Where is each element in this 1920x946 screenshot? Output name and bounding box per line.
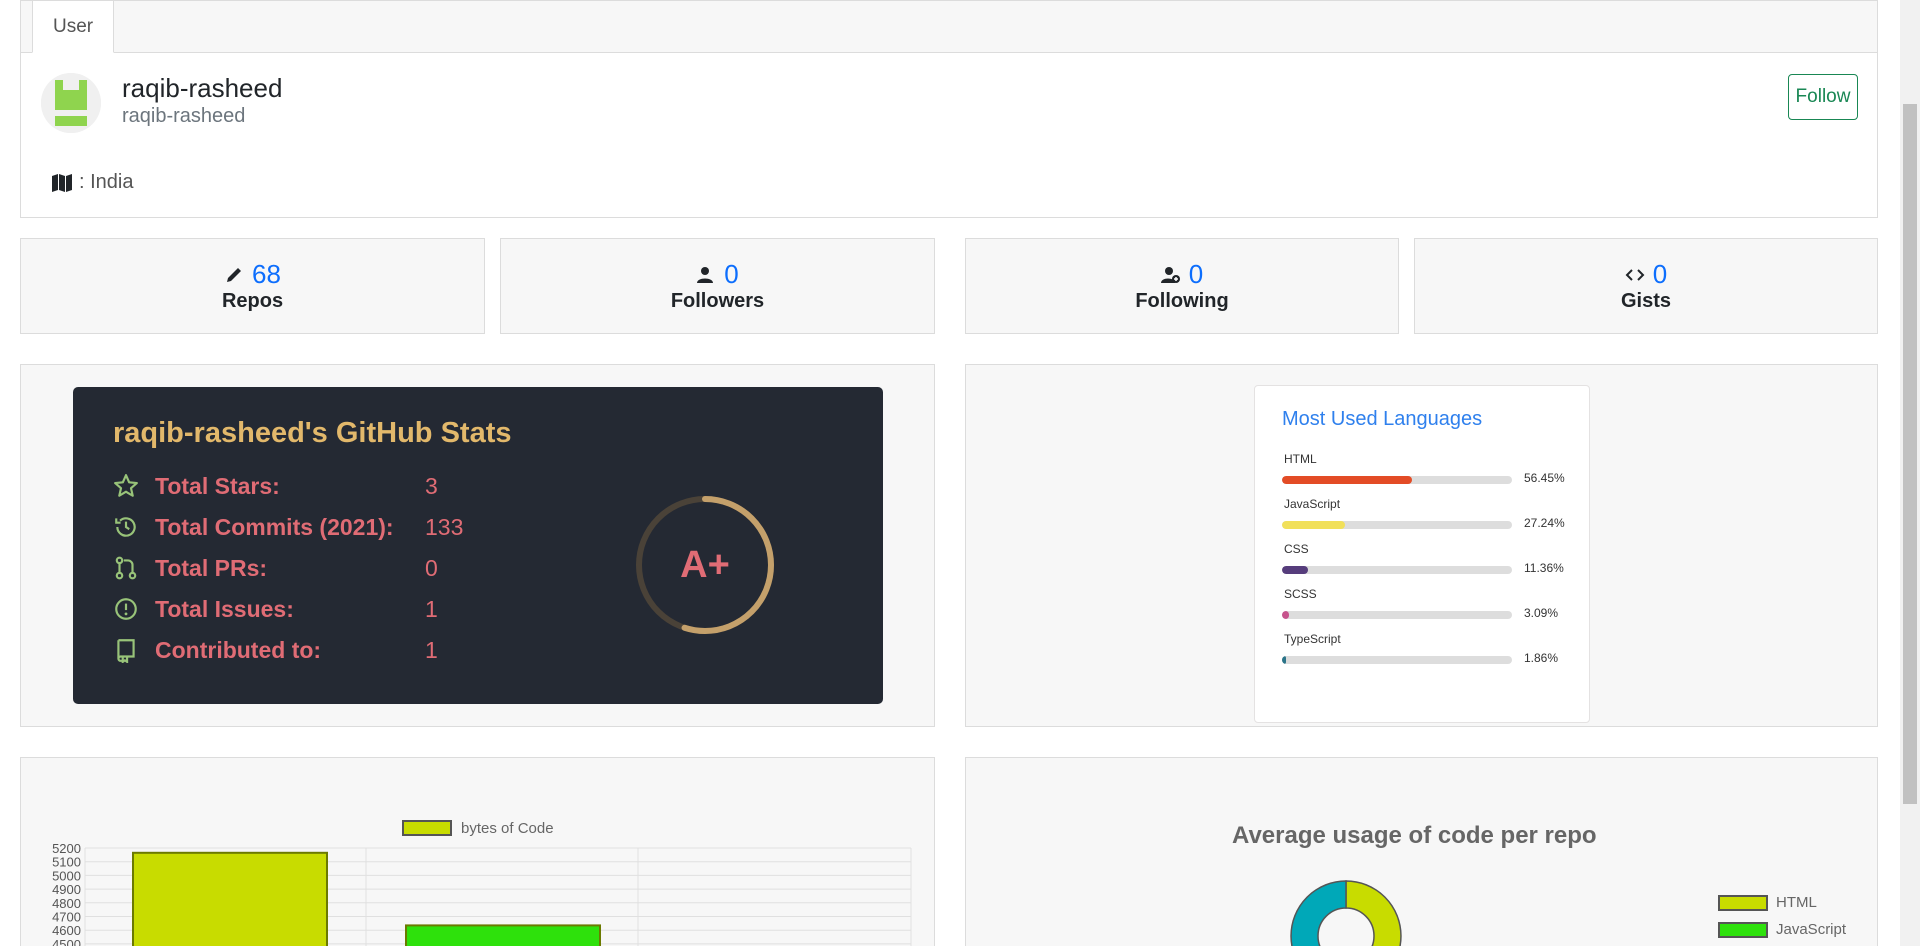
- github-stats-panel: raqib-rasheed's GitHub Stats Total Stars…: [20, 364, 935, 727]
- stat-followers-value[interactable]: 0: [724, 259, 738, 290]
- lang-pct-typescript: 1.86%: [1524, 651, 1559, 665]
- stat-followers-label: Followers: [670, 290, 765, 312]
- repo-icon: [117, 639, 135, 663]
- lang-bar-scss: [1282, 611, 1512, 619]
- avatar: [41, 73, 101, 133]
- location-text: : India: [79, 171, 134, 193]
- lang-row-html: HTML 56.45%: [1282, 452, 1582, 485]
- stat-gists-label: Gists: [1620, 290, 1672, 312]
- lang-pct-scss: 3.09%: [1524, 606, 1559, 620]
- star-icon: [114, 474, 138, 497]
- page-scrollbar[interactable]: [1900, 0, 1920, 946]
- gh-value-prs: 0: [425, 554, 438, 581]
- lang-pct-html: 56.45%: [1524, 471, 1565, 485]
- lang-name-typescript: TypeScript: [1284, 632, 1341, 646]
- lang-name-javascript: JavaScript: [1284, 497, 1341, 511]
- lang-bar-typescript: [1282, 656, 1512, 664]
- lang-row-css: CSS 11.36%: [1282, 542, 1582, 575]
- gh-value-commits: 133: [425, 513, 464, 540]
- donut-legend-swatch-html[interactable]: [1718, 895, 1768, 911]
- stat-repos-value[interactable]: 68: [252, 259, 281, 290]
- lang-pct-javascript: 27.24%: [1524, 516, 1565, 530]
- bar-y-tick: 4500: [52, 937, 81, 946]
- lang-bar-css: [1282, 566, 1512, 574]
- stat-following-value[interactable]: 0: [1189, 259, 1203, 290]
- lang-row-typescript: TypeScript 1.86%: [1282, 632, 1582, 665]
- gh-value-issues: 1: [425, 595, 438, 622]
- person-add-icon: [1160, 266, 1180, 283]
- follow-button[interactable]: Follow: [1788, 74, 1858, 120]
- languages-card: Most Used Languages HTML 56.45% JavaScri…: [1254, 385, 1590, 723]
- donut-legend-swatch-javascript[interactable]: [1718, 922, 1768, 938]
- tab-user[interactable]: User: [32, 1, 115, 53]
- stat-followers[interactable]: 0 Followers: [500, 238, 935, 334]
- lang-fill-javascript: [1282, 521, 1345, 529]
- lang-pct-css: 11.36%: [1524, 561, 1564, 575]
- lang-bar-html: [1282, 476, 1512, 484]
- gh-row-issues: Total Issues: 1: [113, 594, 438, 624]
- bytes-bar-chart: 52005100500049004800470046004500: [52, 841, 912, 946]
- bar-0[interactable]: [132, 851, 328, 946]
- user-tabs: User: [21, 1, 1877, 53]
- map-icon: [52, 173, 72, 192]
- user-name: raqib-rasheed: [122, 73, 283, 103]
- grade-text: A+: [680, 544, 730, 586]
- lang-name-css: CSS: [1284, 542, 1309, 556]
- gh-row-stars: Total Stars: 3: [113, 471, 438, 501]
- code-icon: [1625, 268, 1645, 281]
- lang-fill-scss: [1282, 611, 1290, 619]
- stat-repos-label: Repos: [221, 290, 284, 312]
- avatar-identicon: [41, 73, 101, 133]
- lang-bar-javascript: [1282, 521, 1512, 529]
- github-stats-card: raqib-rasheed's GitHub Stats Total Stars…: [73, 387, 883, 704]
- issue-icon: [115, 598, 137, 620]
- lang-fill-css: [1282, 566, 1309, 574]
- user-card: User raqib-rasheed raqib-rasheed Follow …: [20, 0, 1878, 218]
- pencil-icon: [227, 267, 242, 282]
- donut-legend-label-javascript: JavaScript: [1776, 921, 1847, 938]
- languages-title: Most Used Languages: [1282, 408, 1483, 430]
- gh-label-commits: Total Commits (2021):: [155, 513, 394, 540]
- bytes-chart-panel: bytes of Code 5200 5100 5000 4900 4800 4700 46…: [20, 757, 935, 946]
- gh-value-contributed: 1: [425, 636, 438, 663]
- lang-row-javascript: JavaScript 27.24%: [1282, 497, 1582, 530]
- languages-panel: Most Used Languages HTML 56.45% JavaScri…: [965, 364, 1878, 727]
- stat-repos[interactable]: 68 Repos: [20, 238, 485, 334]
- user-login: raqib-rasheed: [122, 105, 246, 127]
- stat-gists[interactable]: 0 Gists: [1414, 238, 1878, 334]
- history-icon: [115, 517, 136, 537]
- donut-slice-html[interactable]: [1345, 880, 1402, 946]
- bar-1[interactable]: [405, 924, 601, 946]
- gh-row-commits: Total Commits (2021): 133: [113, 512, 463, 542]
- location: : India: [51, 171, 133, 194]
- usage-donut-chart: [1290, 880, 1402, 946]
- lang-row-scss: SCSS 3.09%: [1282, 587, 1582, 620]
- usage-chart-panel: Average usage of code per repo HTML Java…: [965, 757, 1878, 946]
- gh-label-prs: Total PRs:: [155, 554, 268, 581]
- scrollbar-thumb[interactable]: [1903, 104, 1917, 804]
- lang-fill-html: [1282, 476, 1412, 484]
- gh-row-contributed: Contributed to: 1: [113, 635, 438, 665]
- gh-row-prs: Total PRs: 0: [113, 553, 438, 583]
- stat-gists-value[interactable]: 0: [1653, 259, 1667, 290]
- stat-following-label: Following: [1135, 290, 1229, 312]
- gh-value-stars: 3: [425, 472, 438, 499]
- stat-following[interactable]: 0 Following: [965, 238, 1399, 334]
- lang-fill-typescript: [1282, 656, 1287, 664]
- donut-legend-label-html: HTML: [1776, 894, 1817, 911]
- donut-slice-other[interactable]: [1290, 880, 1347, 946]
- pull-request-icon: [115, 556, 137, 580]
- gh-label-stars: Total Stars:: [155, 472, 280, 499]
- lang-name-scss: SCSS: [1284, 587, 1317, 601]
- gh-label-contributed: Contributed to:: [155, 636, 322, 663]
- github-stats-title: raqib-rasheed's GitHub Stats: [113, 417, 512, 449]
- person-icon: [697, 266, 714, 283]
- lang-name-html: HTML: [1284, 452, 1317, 466]
- gh-label-issues: Total Issues:: [155, 595, 294, 622]
